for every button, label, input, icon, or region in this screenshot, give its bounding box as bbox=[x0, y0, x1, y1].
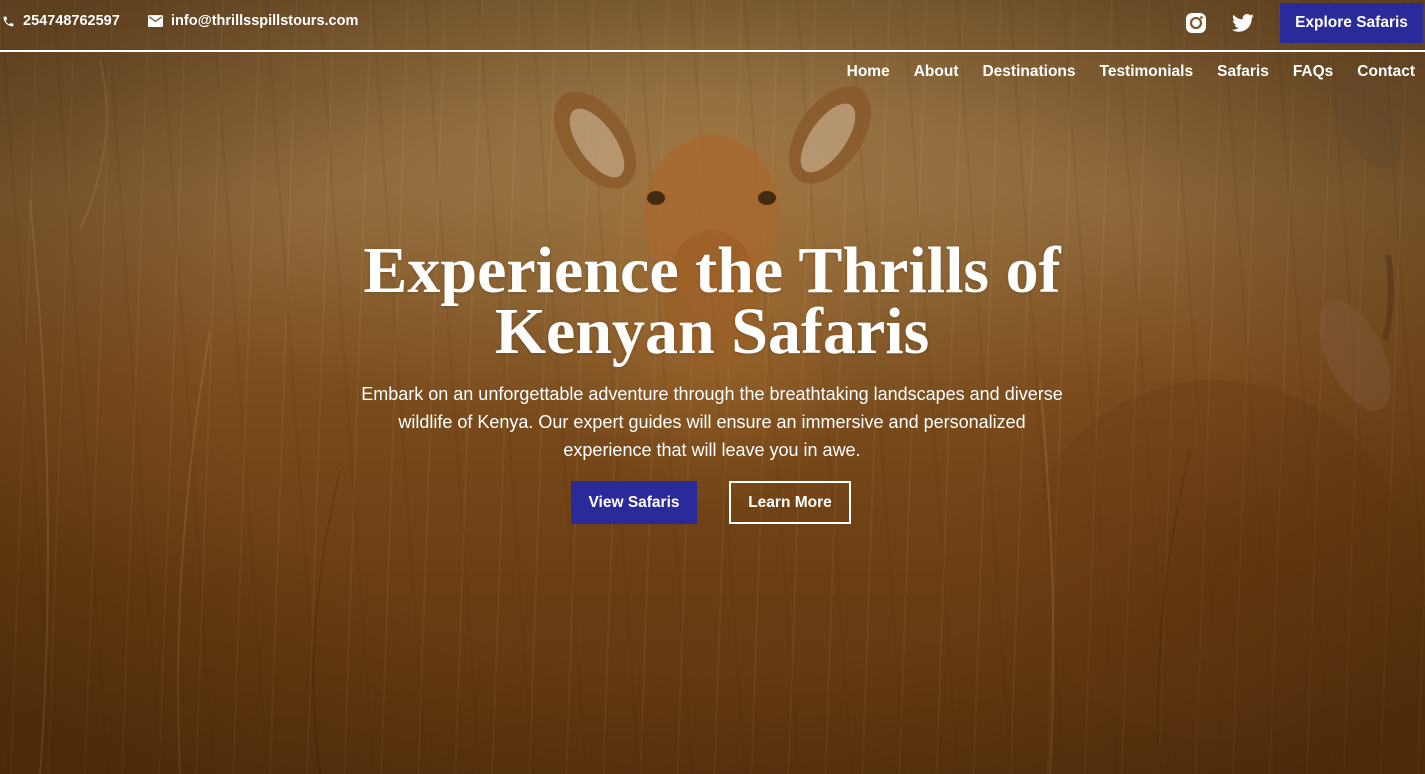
explore-safaris-button[interactable]: Explore Safaris bbox=[1280, 3, 1423, 43]
main-nav: Home About Destinations Testimonials Saf… bbox=[847, 63, 1415, 81]
top-bar: 254748762597 info@thrillsspillstours.com… bbox=[0, 0, 1425, 52]
phone-number: 254748762597 bbox=[23, 13, 120, 29]
instagram-icon[interactable] bbox=[1184, 11, 1208, 35]
nav-about[interactable]: About bbox=[914, 63, 959, 81]
learn-more-button[interactable]: Learn More bbox=[729, 481, 851, 524]
email-contact[interactable]: info@thrillsspillstours.com bbox=[148, 13, 358, 29]
nav-faqs[interactable]: FAQs bbox=[1293, 63, 1333, 81]
view-safaris-button[interactable]: View Safaris bbox=[571, 481, 697, 524]
nav-home[interactable]: Home bbox=[847, 63, 890, 81]
twitter-icon[interactable] bbox=[1231, 11, 1255, 35]
nav-contact[interactable]: Contact bbox=[1357, 63, 1415, 81]
mail-icon bbox=[148, 15, 163, 27]
email-address: info@thrillsspillstours.com bbox=[171, 13, 359, 29]
nav-testimonials[interactable]: Testimonials bbox=[1100, 63, 1194, 81]
nav-destinations[interactable]: Destinations bbox=[982, 63, 1075, 81]
hero-title: Experience the Thrills of Kenyan Safaris bbox=[212, 238, 1212, 365]
hero-title-line2: Kenyan Safaris bbox=[494, 295, 930, 368]
phone-icon bbox=[3, 16, 14, 26]
hero-subtitle: Embark on an unforgettable adventure thr… bbox=[361, 384, 1063, 460]
phone-contact[interactable]: 254748762597 bbox=[2, 13, 120, 29]
nav-safaris[interactable]: Safaris bbox=[1217, 63, 1269, 81]
